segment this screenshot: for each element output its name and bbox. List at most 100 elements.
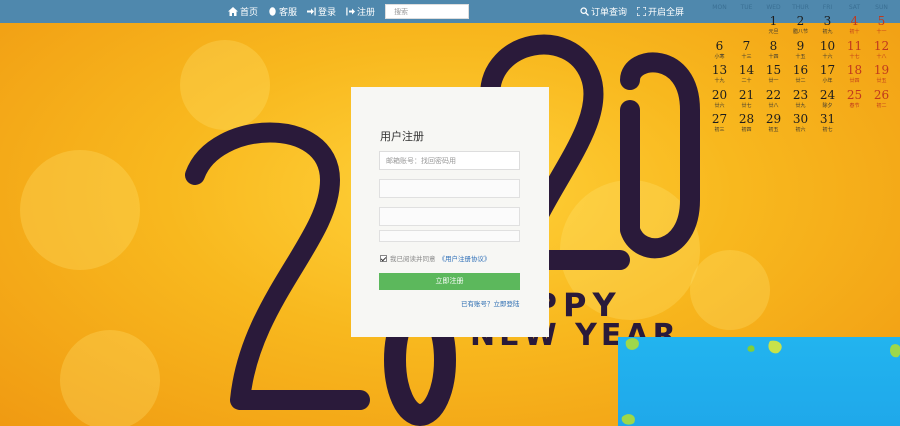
nav-login-label: 登录 bbox=[318, 8, 337, 18]
search-input[interactable] bbox=[385, 4, 470, 19]
calendar-day-lunar: 元旦 bbox=[768, 29, 779, 35]
calendar-day-number: 30 bbox=[792, 112, 809, 126]
weekday-mon: MON bbox=[712, 4, 727, 11]
calendar-week-row: 20 廿六 21 廿七 22 廿八 23 廿九 24 除夕 25 春节 26 初二 bbox=[706, 88, 896, 113]
calendar-week-row: 13 十九 14 二十 15 廿一 16 廿二 17 小年 18 廿四 19 廿五 bbox=[706, 63, 896, 88]
calendar-day-lunar: 初十 bbox=[849, 29, 860, 35]
nav-register[interactable]: 注册 bbox=[346, 5, 375, 18]
calendar-day: 30 初六 bbox=[787, 112, 814, 137]
calendar-day-lunar: 廿八 bbox=[768, 102, 779, 109]
calendar-day-number: 15 bbox=[765, 63, 782, 77]
calendar-day-number: 6 bbox=[715, 38, 724, 53]
main-nav: 首页 客服 登录 注册 bbox=[228, 0, 470, 23]
sign-in-icon bbox=[307, 7, 316, 16]
nav-service[interactable]: 客服 bbox=[268, 5, 297, 18]
agree-checkbox[interactable] bbox=[380, 254, 387, 262]
calendar-day-lunar: 廿五 bbox=[876, 78, 887, 84]
calendar-day: 22 廿八 bbox=[760, 88, 787, 113]
calendar-day-lunar: 十九 bbox=[714, 78, 725, 84]
calendar-day-number: 20 bbox=[711, 87, 728, 102]
calendar-day-number: 17 bbox=[819, 63, 836, 77]
calendar-widget: MON TUE WED THUR FRI SAT SUN 1 元旦 2 腊八节 3 初九 4… bbox=[706, 2, 896, 137]
calendar-day: 12 十八 bbox=[868, 39, 895, 64]
calendar-day-number: 22 bbox=[765, 87, 782, 102]
nav-fullscreen[interactable]: 开启全屏 bbox=[637, 5, 684, 18]
calendar-day-lunar: 廿四 bbox=[849, 78, 860, 84]
calendar-day: 16 廿二 bbox=[787, 63, 814, 88]
nav-home[interactable]: 首页 bbox=[228, 5, 258, 18]
calendar-day-lunar: 十四 bbox=[768, 53, 779, 60]
calendar-day bbox=[706, 14, 733, 39]
calendar-day: 10 十六 bbox=[814, 39, 841, 64]
calendar-day: 25 春节 bbox=[841, 88, 868, 113]
penguin-icon bbox=[269, 7, 276, 16]
calendar-day-number: 3 bbox=[823, 14, 832, 28]
calendar-day-number: 21 bbox=[738, 87, 755, 102]
weekday-tue: TUE bbox=[740, 4, 753, 11]
calendar-day-lunar: 初九 bbox=[822, 29, 833, 35]
calendar-day-lunar: 初二 bbox=[876, 102, 887, 109]
calendar-day-number: 25 bbox=[846, 87, 863, 102]
leaf-icon bbox=[621, 338, 900, 425]
calendar-day: 6 小寒 bbox=[706, 39, 733, 64]
calendar-day-lunar: 十五 bbox=[795, 53, 806, 60]
weekday-thur: THUR bbox=[792, 4, 809, 11]
nav-login[interactable]: 登录 bbox=[307, 5, 336, 18]
calendar-day-number: 28 bbox=[738, 112, 755, 126]
captcha-field[interactable] bbox=[379, 230, 520, 242]
calendar-day-lunar: 廿九 bbox=[795, 102, 806, 109]
nav-fullscreen-label: 开启全屏 bbox=[648, 8, 685, 18]
calendar-day-number: 4 bbox=[850, 14, 859, 28]
calendar-day-number: 16 bbox=[792, 63, 809, 77]
calendar-grid: 1 元旦 2 腊八节 3 初九 4 初十 5 十一 6 小寒 7 十三 8 十四 9 十五 10 十六 11 十七 12 十八… bbox=[706, 14, 896, 137]
calendar-day-lunar: 初四 bbox=[741, 127, 752, 133]
calendar-day-number: 27 bbox=[711, 112, 728, 126]
email-field[interactable] bbox=[379, 151, 520, 170]
agreement-row: 我已阅读并同意 《用户注册协议》 bbox=[380, 253, 491, 263]
confirm-password-field[interactable] bbox=[379, 207, 520, 226]
calendar-day-number: 5 bbox=[877, 14, 886, 28]
calendar-day-lunar: 除夕 bbox=[822, 102, 833, 109]
calendar-day: 23 廿九 bbox=[787, 88, 814, 113]
calendar-day-number: 23 bbox=[792, 87, 809, 102]
calendar-day: 19 廿五 bbox=[868, 63, 895, 88]
calendar-day-lunar: 腊八节 bbox=[792, 29, 808, 35]
calendar-day: 1 元旦 bbox=[760, 14, 787, 39]
calendar-day-number: 12 bbox=[873, 38, 890, 53]
calendar-day: 20 廿六 bbox=[706, 88, 733, 113]
login-link[interactable]: 已有账号？立即登陆 bbox=[461, 298, 520, 308]
calendar-day: 29 初五 bbox=[760, 112, 787, 137]
search-icon bbox=[580, 7, 589, 16]
calendar-day-number: 24 bbox=[819, 87, 836, 102]
nav-service-label: 客服 bbox=[279, 8, 298, 18]
calendar-day: 15 廿一 bbox=[760, 63, 787, 88]
calendar-day: 13 十九 bbox=[706, 63, 733, 88]
nav-orders[interactable]: 订单查询 bbox=[580, 5, 627, 18]
agreement-link[interactable]: 《用户注册协议》 bbox=[439, 253, 491, 263]
calendar-week-row: 6 小寒 7 十三 8 十四 9 十五 10 十六 11 十七 12 十八 bbox=[706, 39, 896, 64]
calendar-day bbox=[841, 112, 868, 137]
calendar-day-lunar: 小年 bbox=[822, 78, 833, 84]
register-button[interactable]: 立即注册 bbox=[379, 273, 520, 290]
calendar-day: 8 十四 bbox=[760, 39, 787, 64]
calendar-day: 7 十三 bbox=[733, 39, 760, 64]
register-panel: 用户注册 我已阅读并同意 《用户注册协议》 立即注册 已有账号？立即登陆 bbox=[351, 87, 549, 337]
calendar-day-lunar: 初六 bbox=[795, 127, 806, 133]
calendar-day-number: 8 bbox=[769, 38, 778, 53]
calendar-day-lunar: 小寒 bbox=[714, 53, 725, 60]
weekday-sat: SAT bbox=[848, 4, 861, 11]
calendar-week-row: 1 元旦 2 腊八节 3 初九 4 初十 5 十一 bbox=[706, 14, 896, 39]
nav-orders-label: 订单查询 bbox=[591, 8, 628, 18]
calendar-day-lunar: 初三 bbox=[714, 127, 725, 133]
calendar-day: 14 二十 bbox=[733, 63, 760, 88]
register-icon bbox=[346, 7, 356, 16]
calendar-day-lunar: 廿六 bbox=[714, 102, 725, 109]
calendar-day-number: 2 bbox=[796, 14, 805, 28]
calendar-day-number: 31 bbox=[819, 112, 836, 126]
calendar-day: 2 腊八节 bbox=[787, 14, 814, 39]
blue-widget bbox=[618, 337, 900, 426]
nav-right: 订单查询 开启全屏 bbox=[580, 0, 694, 23]
password-field[interactable] bbox=[379, 179, 520, 198]
weekday-fri: FRI bbox=[822, 4, 833, 11]
calendar-day: 24 除夕 bbox=[814, 88, 841, 113]
